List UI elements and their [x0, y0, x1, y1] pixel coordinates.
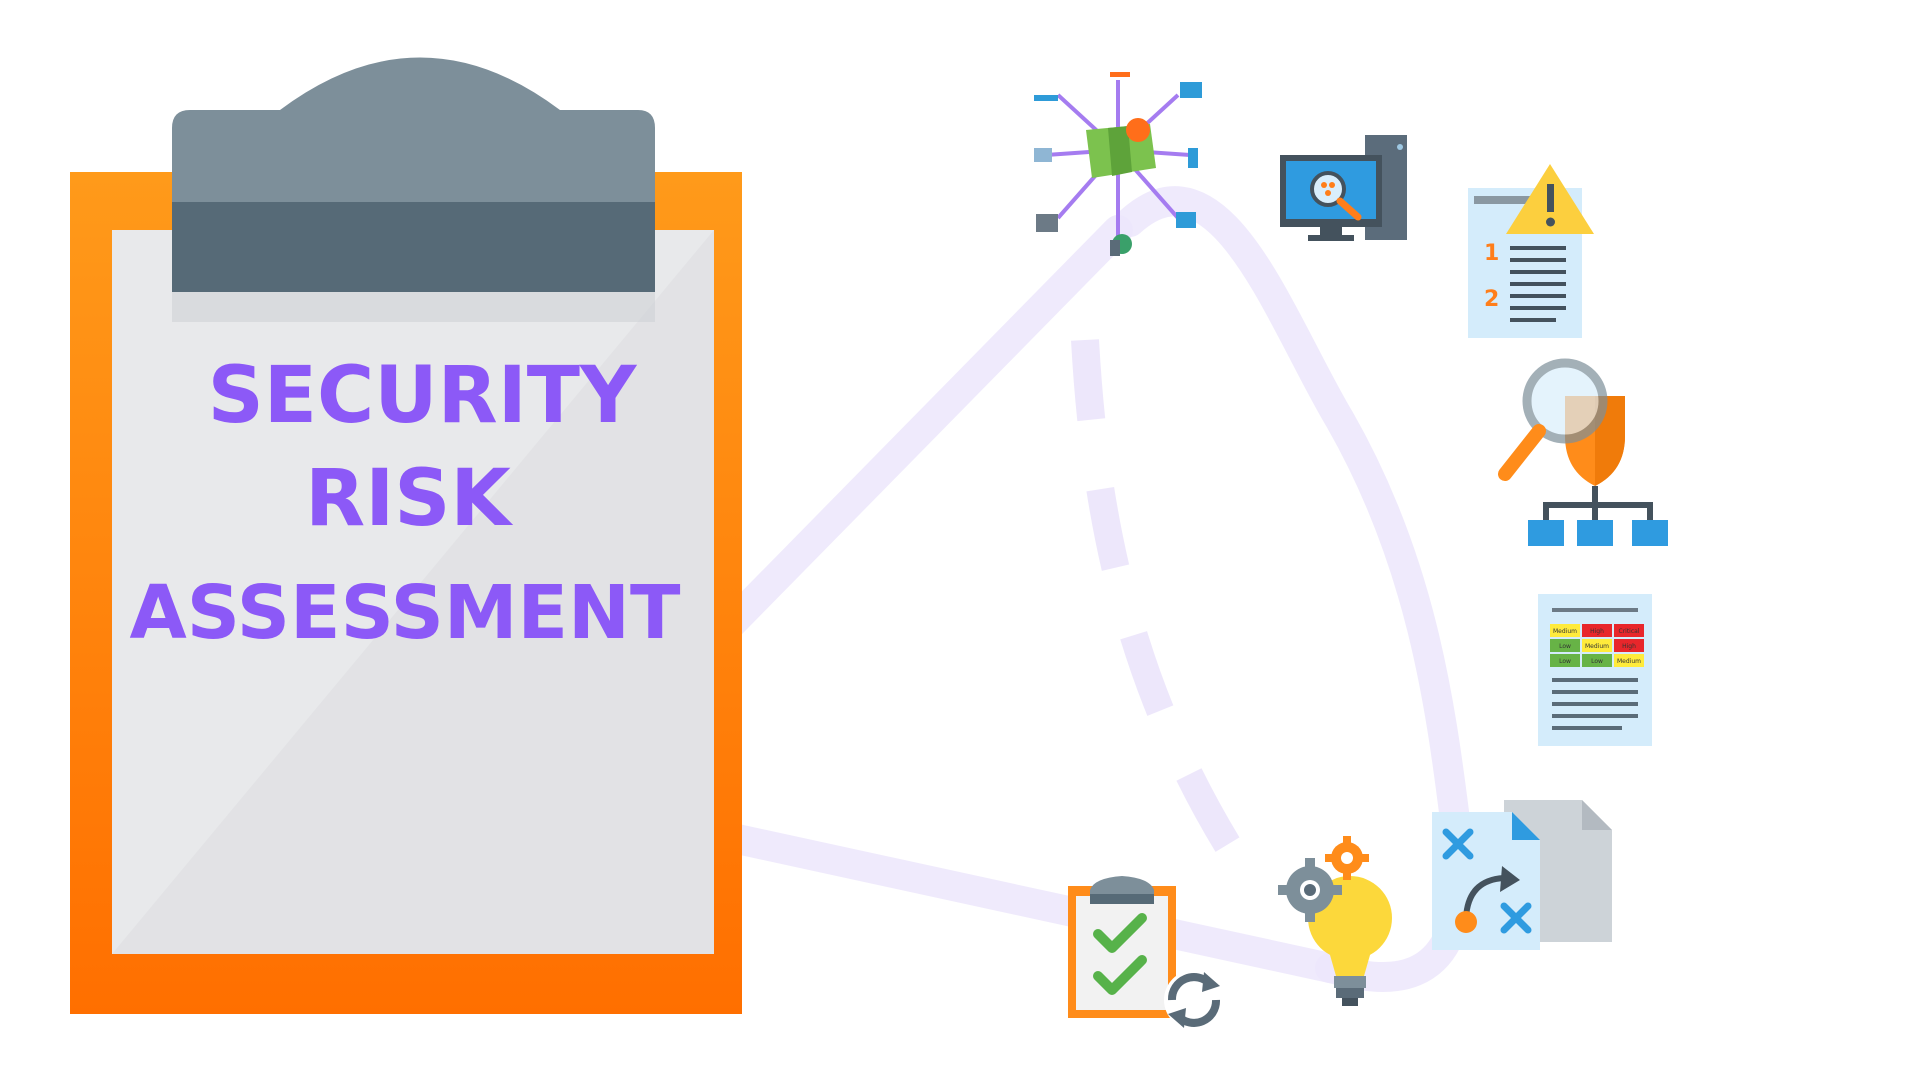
network-map-icon [1034, 72, 1202, 256]
title-line-1: SECURITY [208, 351, 638, 441]
matrix-cell: High [1590, 628, 1604, 635]
shield-search-network-icon [1498, 358, 1668, 546]
strategy-plan-icon [1432, 800, 1612, 950]
security-risk-assessment-diagram: SECURITY RISK ASSESSMENT 1 2 Medium High… [70, 57, 1668, 1030]
report-number-1: 1 [1484, 241, 1499, 266]
computer-scan-icon [1280, 135, 1407, 241]
matrix-cell: High [1622, 643, 1636, 650]
matrix-cell: Low [1591, 658, 1603, 665]
matrix-cell: Medium [1553, 628, 1577, 635]
matrix-cell: Low [1559, 658, 1571, 665]
matrix-cell: Medium [1585, 643, 1609, 650]
title-line-3: ASSESSMENT [130, 570, 681, 656]
title-line-2: RISK [305, 454, 513, 544]
matrix-cell: Low [1559, 643, 1571, 650]
risk-matrix-document-icon: Medium High Critical Low Medium High Low… [1538, 594, 1652, 746]
clipboard: SECURITY RISK ASSESSMENT [70, 57, 742, 1014]
risk-matrix: Medium High Critical Low Medium High Low… [1550, 624, 1644, 667]
report-number-2: 2 [1484, 287, 1499, 312]
matrix-cell: Medium [1617, 658, 1641, 665]
warning-report-icon: 1 2 [1468, 164, 1594, 338]
clipboard-clip [172, 57, 655, 322]
matrix-cell: Critical [1619, 628, 1640, 635]
